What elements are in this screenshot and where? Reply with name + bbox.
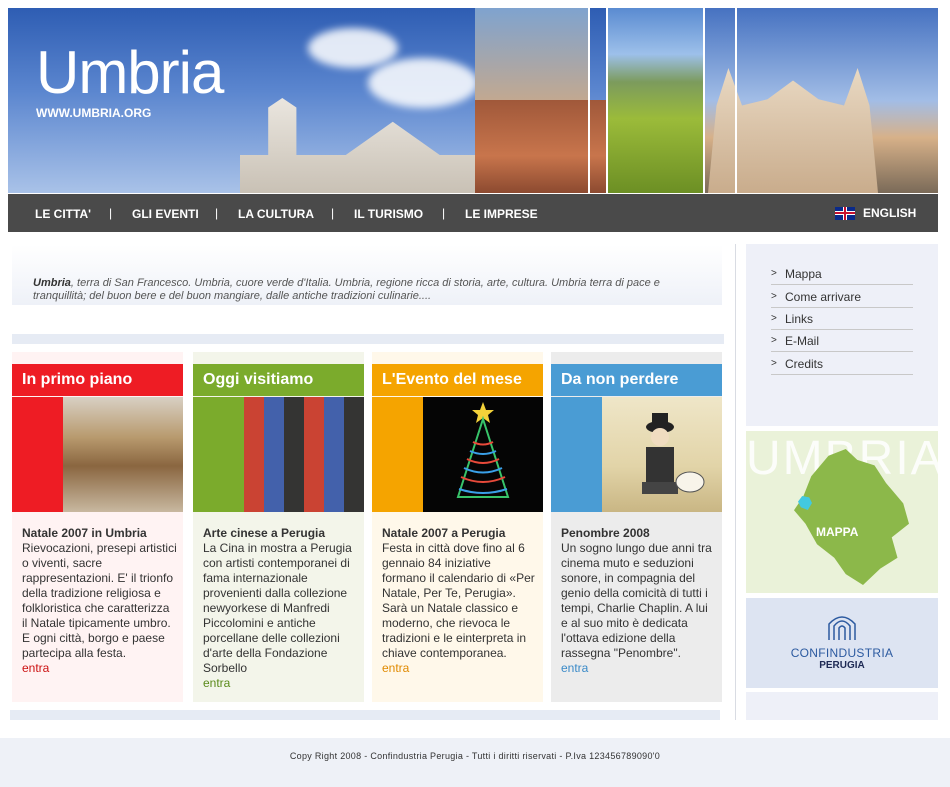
card-more-link[interactable]: entra: [22, 661, 178, 676]
arrow-icon: >: [771, 335, 777, 346]
card-heading: L'Evento del mese: [382, 371, 522, 388]
arrow-icon: >: [771, 291, 777, 302]
confindustria-banner[interactable]: CONFINDUSTRIA PERUGIA: [746, 598, 938, 688]
card-title[interactable]: Arte cinese a Perugia: [203, 526, 359, 541]
chaplin-illustration: [642, 413, 705, 494]
nav-separator: |: [442, 206, 446, 220]
confindustria-name: CONFINDUSTRIA: [790, 646, 894, 660]
chinese-art-image[interactable]: [244, 397, 364, 512]
card-more-link[interactable]: entra: [382, 661, 538, 676]
intro-text: Umbria, terra di San Francesco. Umbria, …: [33, 277, 713, 303]
photo-divider: [735, 8, 737, 193]
card-header: In primo piano: [12, 364, 183, 396]
card-heading: Da non perdere: [561, 371, 679, 388]
nav-separator: |: [331, 206, 335, 220]
card-accent-bar: [193, 397, 244, 512]
language-switch[interactable]: ENGLISH: [835, 206, 916, 220]
card-more-link[interactable]: entra: [561, 661, 717, 676]
card-text: Un sogno lungo due anni tra cinema muto …: [561, 541, 712, 660]
fields-landscape-photo: [608, 8, 704, 193]
decorative-strip: [12, 334, 724, 344]
arrow-icon: >: [771, 313, 777, 324]
intro-panel: Umbria, terra di San Francesco. Umbria, …: [12, 245, 722, 305]
card-heading: In primo piano: [22, 371, 133, 388]
card-title[interactable]: Natale 2007 in Umbria: [22, 526, 178, 541]
card-accent-bar: [12, 397, 63, 512]
card-text: La Cina in mostra a Perugia con artisti …: [203, 541, 352, 675]
card-heading: Oggi visitiamo: [203, 371, 314, 388]
arrow-icon: >: [771, 268, 777, 279]
intro-body: , terra di San Francesco. Umbria, cuore …: [33, 277, 660, 302]
card-header: Da non perdere: [551, 364, 722, 396]
card-text: Festa in città dove fino al 6 gennaio 84…: [382, 541, 535, 660]
card-content: Arte cinese a Perugia La Cina in mostra …: [203, 526, 359, 691]
uk-flag-icon: [835, 206, 855, 220]
decorative-strip: [10, 710, 720, 720]
header-banner: Umbria WWW.UMBRIA.ORG: [8, 8, 938, 193]
map-label: MAPPA: [816, 525, 859, 539]
nav-le-citta[interactable]: LE CITTA': [35, 207, 91, 221]
sidebar-item-come-arrivare[interactable]: > Come arrivare: [771, 286, 913, 308]
card-content: Natale 2007 a Perugia Festa in città dov…: [382, 526, 538, 676]
card-title[interactable]: Penombre 2008: [561, 526, 717, 541]
site-title[interactable]: Umbria: [36, 38, 224, 107]
christmas-tree-icon: [456, 402, 510, 498]
sidebar-item-label: E-Mail: [785, 333, 820, 348]
nativity-image[interactable]: [63, 397, 183, 512]
map-banner[interactable]: UMBRIA MAPPA: [746, 431, 938, 593]
sidebar-item-label: Mappa: [785, 266, 822, 281]
cloud-decoration: [368, 58, 478, 108]
card-da-non-perdere: Da non perdere Penombre 2008 Un sogno lu…: [551, 352, 722, 702]
arrow-icon: >: [771, 358, 777, 369]
main-navigation: LE CITTA' | GLI EVENTI | LA CULTURA | IL…: [8, 194, 938, 232]
card-title[interactable]: Natale 2007 a Perugia: [382, 526, 538, 541]
intro-lead: Umbria: [33, 277, 71, 289]
card-evento-del-mese: L'Evento del mese Natale 2007 a Perugia …: [372, 352, 543, 702]
photo-divider: [703, 8, 705, 193]
photo-divider: [606, 8, 608, 193]
sidebar-menu: > Mappa > Come arrivare > Links > E-Mail > Cr…: [746, 244, 938, 426]
chaplin-image[interactable]: [602, 397, 722, 512]
sidebar-item-mappa[interactable]: > Mappa: [771, 263, 913, 285]
nav-separator: |: [109, 206, 113, 220]
card-accent-bar: [372, 397, 423, 512]
sidebar-item-label: Credits: [785, 356, 824, 371]
nav-il-turismo[interactable]: IL TURISMO: [354, 207, 423, 221]
nav-separator: |: [215, 206, 219, 220]
nav-la-cultura[interactable]: LA CULTURA: [238, 207, 314, 221]
card-text: Rievocazioni, presepi artistici o vivent…: [22, 541, 177, 660]
sidebar-item-links[interactable]: > Links: [771, 308, 913, 330]
sidebar-item-label: Come arrivare: [785, 289, 862, 304]
column-divider: [735, 244, 736, 720]
sidebar-item-label: Links: [785, 311, 814, 326]
page-footer: Copy Right 2008 - Confindustria Perugia …: [0, 738, 950, 787]
language-label: ENGLISH: [863, 206, 917, 220]
nav-le-imprese[interactable]: LE IMPRESE: [465, 207, 538, 221]
photo-divider: [588, 8, 590, 193]
card-header: L'Evento del mese: [372, 364, 543, 396]
cathedral-facade: [708, 68, 878, 193]
card-content: Penombre 2008 Un sogno lungo due anni tr…: [561, 526, 717, 676]
confindustria-logo-icon: [828, 616, 856, 640]
card-more-link[interactable]: entra: [203, 676, 359, 691]
cloud-decoration: [308, 28, 398, 68]
site-url[interactable]: WWW.UMBRIA.ORG: [36, 106, 151, 120]
card-oggi-visitiamo: Oggi visitiamo Arte cinese a Perugia La …: [193, 352, 364, 702]
sidebar-item-credits[interactable]: > Credits: [771, 353, 913, 375]
confindustria-city: PERUGIA: [819, 660, 865, 671]
basilica-photo: [240, 98, 475, 193]
christmas-tree-image[interactable]: [423, 397, 543, 512]
copyright-text: Copy Right 2008 - Confindustria Perugia …: [289, 751, 661, 761]
card-content: Natale 2007 in Umbria Rievocazioni, pres…: [22, 526, 178, 676]
card-in-primo-piano: In primo piano Natale 2007 in Umbria Rie…: [12, 352, 183, 702]
sidebar-item-email[interactable]: > E-Mail: [771, 330, 913, 352]
nav-gli-eventi[interactable]: GLI EVENTI: [132, 207, 199, 221]
sidebar-footer-panel: [746, 692, 938, 720]
card-accent-bar: [551, 397, 602, 512]
card-header: Oggi visitiamo: [193, 364, 364, 396]
